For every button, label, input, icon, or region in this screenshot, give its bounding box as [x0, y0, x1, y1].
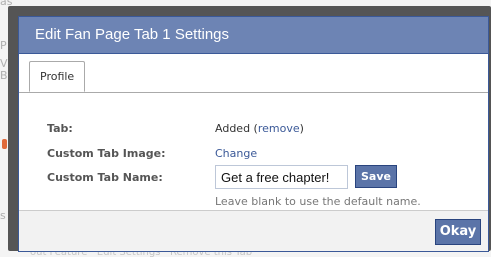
dialog-footer: Okay	[19, 210, 488, 251]
tab-value: Added (remove)	[215, 122, 465, 135]
tab-profile[interactable]: Profile	[29, 61, 86, 92]
dialog-shadow: Edit Fan Page Tab 1 Settings Profile Tab…	[8, 6, 491, 252]
background-text: as	[0, 0, 13, 8]
tab-label: Tab:	[47, 122, 73, 135]
background-marker	[2, 139, 7, 149]
dialog-title: Edit Fan Page Tab 1 Settings	[19, 17, 488, 54]
tab-bar: Profile	[19, 53, 488, 93]
background-text: B	[0, 69, 8, 82]
custom-image-label: Custom Tab Image:	[47, 147, 166, 160]
okay-button[interactable]: Okay	[435, 219, 481, 245]
custom-name-label: Custom Tab Name:	[47, 171, 163, 184]
remove-link[interactable]: remove	[258, 122, 300, 135]
background-text: s	[0, 209, 6, 222]
save-button[interactable]: Save	[355, 165, 397, 188]
name-help-text: Leave blank to use the default name.	[215, 195, 421, 208]
settings-dialog: Edit Fan Page Tab 1 Settings Profile Tab…	[18, 16, 489, 252]
change-image-link[interactable]: Change	[215, 147, 465, 160]
custom-name-input[interactable]	[215, 165, 348, 189]
tab-status-close: )	[299, 122, 304, 135]
tab-status-text: Added (	[215, 122, 258, 135]
background-text: P	[0, 39, 7, 52]
